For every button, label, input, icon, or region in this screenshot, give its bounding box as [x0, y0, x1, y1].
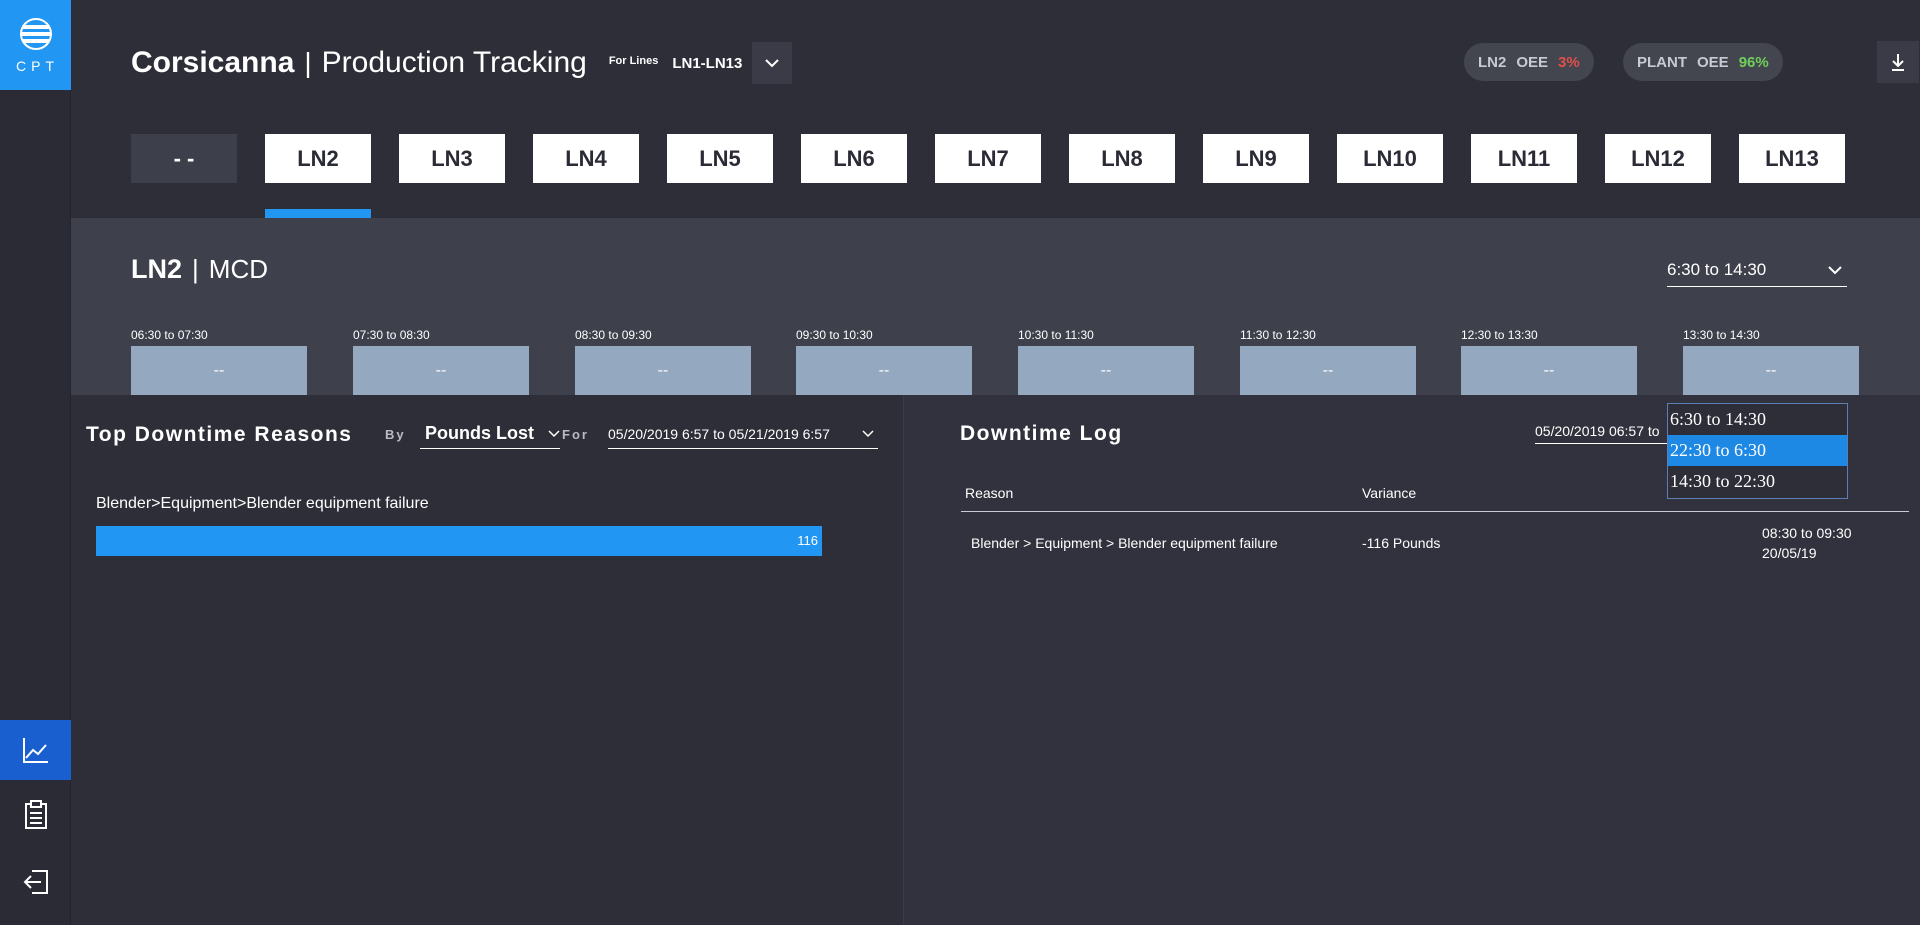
by-label: By	[385, 427, 406, 442]
chevron-down-icon	[862, 429, 874, 437]
tab-ln12[interactable]: LN12	[1605, 134, 1711, 183]
chevron-down-icon	[548, 429, 560, 437]
date-range-select[interactable]: 05/20/2019 6:57 to 05/21/2019 6:57	[608, 419, 878, 449]
reason-label: Blender>Equipment>Blender equipment fail…	[96, 495, 429, 512]
downtime-log-title: Downtime Log	[960, 422, 1123, 445]
shift-select[interactable]: 6:30 to 14:30	[1667, 254, 1847, 287]
shift-option-highlighted[interactable]: 22:30 to 6:30	[1668, 435, 1847, 466]
reason-bar-value: 116	[797, 533, 818, 548]
slot-label: 08:30 to 09:30	[575, 328, 652, 342]
plant-oee-badge: PLANT OEE 96%	[1623, 43, 1783, 81]
line-heading: LN2 | MCD	[131, 254, 268, 285]
download-button[interactable]	[1877, 41, 1919, 83]
log-date-range-value: 05/20/2019 06:57 to	[1535, 423, 1660, 439]
slot-box[interactable]: --	[1240, 346, 1416, 395]
plant-oee-label: PLANT	[1637, 53, 1687, 71]
lines-value: LN1-LN13	[672, 54, 743, 72]
line-name: LN2	[131, 254, 183, 284]
tab-ln11[interactable]: LN11	[1471, 134, 1577, 183]
plant-name: Corsicanna	[131, 46, 295, 79]
top-downtime-title: Top Downtime Reasons	[86, 423, 353, 446]
column-header-reason: Reason	[965, 485, 1014, 501]
shift-option[interactable]: 14:30 to 22:30	[1668, 466, 1847, 497]
slot-label: 13:30 to 14:30	[1683, 328, 1760, 342]
shift-dropdown-list: 6:30 to 14:30 22:30 to 6:30 14:30 to 22:…	[1667, 403, 1848, 499]
date-range-value: 05/20/2019 6:57 to 05/21/2019 6:57	[608, 425, 830, 442]
tab-ln4[interactable]: LN4	[533, 134, 639, 183]
slot-box[interactable]: --	[1018, 346, 1194, 395]
logo-text: CPT	[16, 58, 59, 74]
log-date-range-select[interactable]: 05/20/2019 06:57 to	[1535, 419, 1675, 444]
app-logo[interactable]: CPT	[0, 0, 71, 90]
slot-label: 06:30 to 07:30	[131, 328, 208, 342]
column-header-variance: Variance	[1362, 485, 1417, 501]
globe-logo-icon	[19, 18, 52, 50]
download-icon	[1892, 54, 1904, 71]
slot-label: 12:30 to 13:30	[1461, 328, 1538, 342]
slot-box[interactable]: --	[131, 346, 307, 395]
shift-option[interactable]: 6:30 to 14:30	[1668, 404, 1847, 435]
for-lines-label: For Lines	[608, 55, 659, 67]
slot-label: 09:30 to 10:30	[796, 328, 873, 342]
product-name: MCD	[208, 254, 268, 284]
plant-oee-metric: OEE	[1697, 53, 1729, 71]
metric-select[interactable]: Pounds Lost	[420, 419, 560, 449]
for-label: For	[562, 427, 589, 442]
reason-bar[interactable]: 116	[96, 526, 822, 556]
log-row-time: 08:30 to 09:30	[1762, 525, 1852, 541]
table-header-divider	[961, 511, 1909, 512]
line-oee-value: 3%	[1558, 53, 1580, 71]
title-row: Corsicanna | Production Tracking For Lin…	[131, 42, 793, 84]
tab-ln5[interactable]: LN5	[667, 134, 773, 183]
active-tab-indicator	[265, 209, 371, 218]
tab-ln10[interactable]: LN10	[1337, 134, 1443, 183]
log-row-variance: -116 Pounds	[1362, 535, 1441, 551]
line-oee-label: LN2	[1478, 53, 1507, 71]
tab-ln9[interactable]: LN9	[1203, 134, 1309, 183]
slot-box[interactable]: --	[796, 346, 972, 395]
slot-box[interactable]: --	[1683, 346, 1859, 395]
header: Corsicanna | Production Tracking For Lin…	[71, 0, 1920, 218]
slot-box[interactable]: --	[1461, 346, 1637, 395]
slot-label: 07:30 to 08:30	[353, 328, 430, 342]
top-downtime-panel: Top Downtime Reasons By Pounds Lost For …	[71, 395, 903, 925]
shift-value: 6:30 to 14:30	[1667, 260, 1767, 279]
tab-ln3[interactable]: LN3	[399, 134, 505, 183]
line-oee-metric: OEE	[1516, 53, 1549, 71]
lines-dropdown-button[interactable]	[752, 42, 793, 84]
clipboard-icon	[24, 800, 47, 829]
plant-oee-value: 96%	[1738, 53, 1769, 71]
chevron-down-icon	[1828, 266, 1842, 275]
chevron-down-icon	[765, 59, 780, 68]
tab-ln2[interactable]: LN2	[265, 134, 371, 183]
line-oee-badge: LN2 OEE 3%	[1464, 43, 1594, 81]
title-separator: |	[304, 47, 312, 78]
tab-ln13[interactable]: LN13	[1739, 134, 1845, 183]
tab-none[interactable]: - -	[131, 134, 237, 183]
trend-chart-icon	[22, 738, 48, 763]
slot-box[interactable]: --	[353, 346, 529, 395]
slot-label: 11:30 to 12:30	[1240, 328, 1316, 342]
log-row-reason: Blender > Equipment > Blender equipment …	[971, 535, 1278, 551]
tab-ln6[interactable]: LN6	[801, 134, 907, 183]
tab-ln8[interactable]: LN8	[1069, 134, 1175, 183]
sidebar-item-logout[interactable]	[0, 852, 71, 912]
sidebar-item-tracking[interactable]	[0, 720, 71, 780]
metric-value: Pounds Lost	[425, 423, 534, 443]
logout-icon	[23, 870, 48, 894]
tab-ln7[interactable]: LN7	[935, 134, 1041, 183]
log-row-date: 20/05/19	[1762, 545, 1817, 561]
sidebar-item-reports[interactable]	[0, 785, 71, 845]
sidebar: CPT	[0, 0, 71, 925]
page-title: Production Tracking	[321, 46, 587, 79]
slot-box[interactable]: --	[575, 346, 751, 395]
line-separator: |	[192, 254, 199, 284]
slot-label: 10:30 to 11:30	[1018, 328, 1094, 342]
line-section: LN2 | MCD 6:30 to 14:30 06:30 to 07:30 -…	[71, 218, 1920, 395]
